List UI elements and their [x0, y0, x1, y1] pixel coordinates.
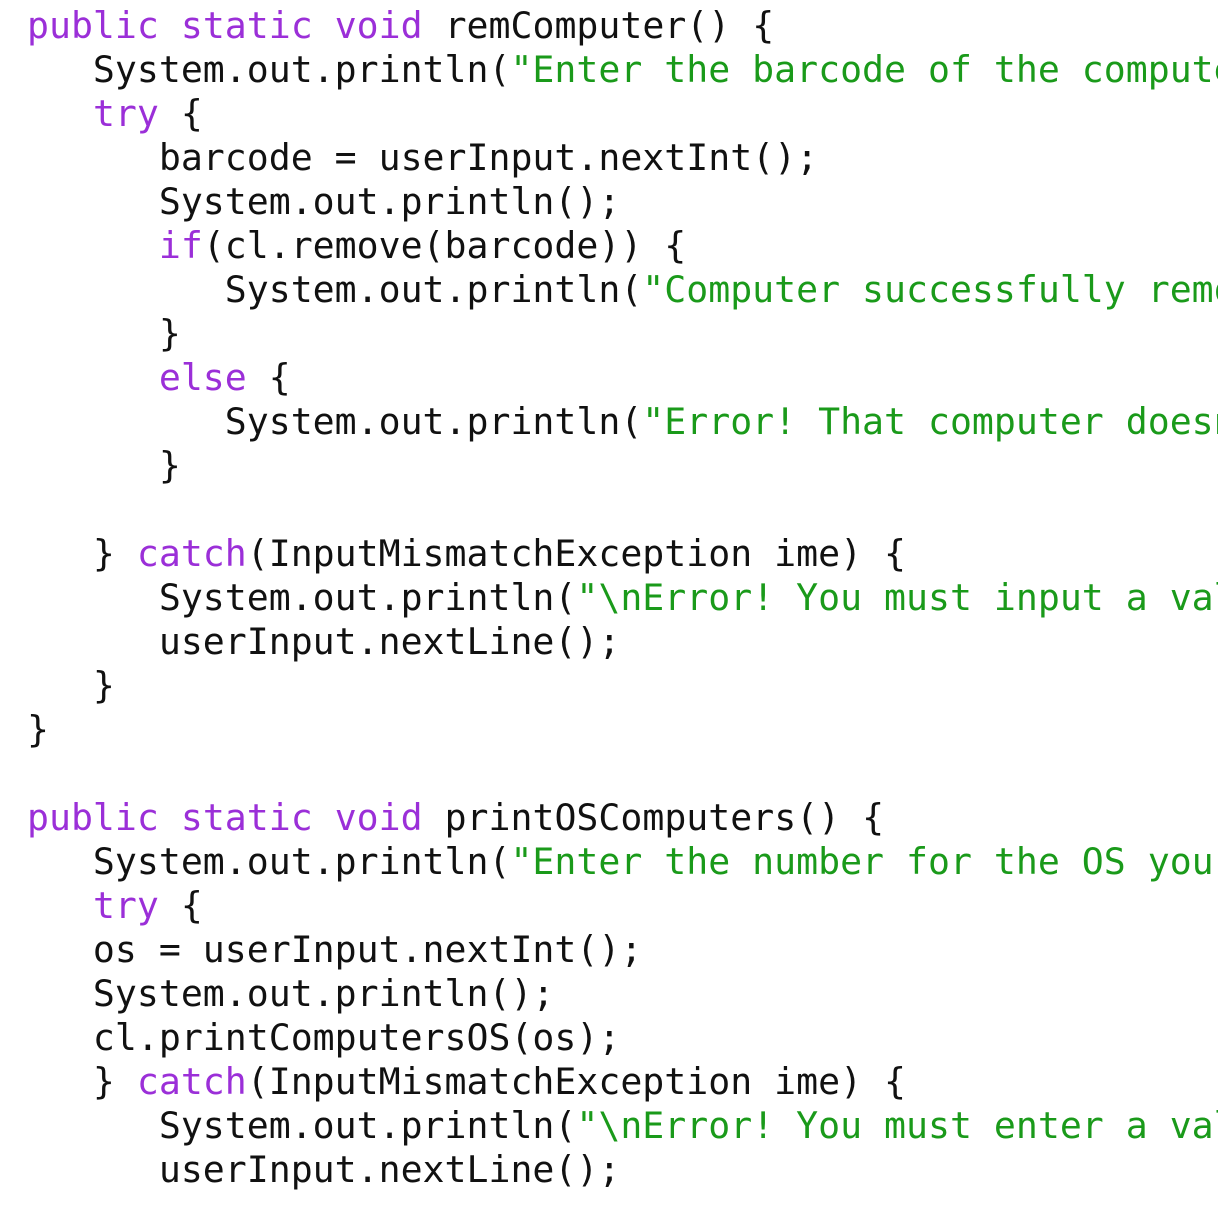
code-line[interactable]: try { — [27, 92, 1218, 136]
code-token-plain: System.out.println(); — [27, 972, 555, 1015]
code-token-plain: remComputer() { — [422, 4, 775, 47]
code-line[interactable] — [27, 488, 1218, 532]
code-token-plain: System.out.println( — [27, 840, 511, 883]
code-token-string: "\nError! You must enter a val — [576, 1104, 1218, 1147]
code-token-plain: userInput.nextLine(); — [27, 1148, 621, 1191]
code-line[interactable]: } — [27, 708, 1218, 752]
code-line[interactable]: public static void printOSComputers() { — [27, 796, 1218, 840]
code-line[interactable]: barcode = userInput.nextInt(); — [27, 136, 1218, 180]
code-line[interactable]: System.out.println("Error! That computer… — [27, 400, 1218, 444]
code-token-string: "Error! That computer doesn — [642, 400, 1218, 443]
code-line[interactable]: else { — [27, 356, 1218, 400]
code-line[interactable]: userInput.nextLine(); — [27, 620, 1218, 664]
code-line[interactable]: System.out.println("\nError! You must en… — [27, 1104, 1218, 1148]
code-token-keyword: public — [27, 4, 159, 47]
code-line[interactable]: os = userInput.nextInt(); — [27, 928, 1218, 972]
code-token-plain: System.out.println( — [27, 268, 643, 311]
code-line[interactable]: System.out.println("\nError! You must in… — [27, 576, 1218, 620]
code-line[interactable]: } catch(InputMismatchException ime) { — [27, 1060, 1218, 1104]
code-token-plain: { — [158, 884, 203, 927]
code-token-plain: { — [246, 356, 291, 399]
code-token-plain: System.out.println(); — [27, 180, 621, 223]
code-token-plain: System.out.println( — [27, 400, 643, 443]
code-token-plain: } — [27, 1060, 137, 1103]
code-line[interactable]: cl.printComputersOS(os); — [27, 1016, 1218, 1060]
code-token-keyword: try — [92, 92, 159, 135]
code-token-plain: userInput.nextLine(); — [27, 620, 621, 663]
code-token-plain: os = userInput.nextInt(); — [27, 928, 643, 971]
code-token-plain: } — [27, 444, 181, 487]
code-line[interactable]: System.out.println("Enter the number for… — [27, 840, 1218, 884]
code-token-keyword: else — [158, 356, 247, 399]
code-token-plain: } — [27, 708, 49, 751]
code-token-keyword: void — [334, 796, 423, 839]
code-token-plain: } — [27, 312, 181, 355]
code-token-plain: System.out.println( — [27, 48, 511, 91]
code-line[interactable]: try { — [27, 884, 1218, 928]
code-line[interactable]: } catch(InputMismatchException ime) { — [27, 532, 1218, 576]
code-token-plain: System.out.println( — [27, 576, 577, 619]
code-token-string: "Computer successfully remo — [642, 268, 1218, 311]
code-token-string: "\nError! You must input a val — [576, 576, 1218, 619]
code-token-keyword: try — [92, 884, 159, 927]
code-line[interactable]: System.out.println(); — [27, 972, 1218, 1016]
code-line[interactable]: } — [27, 444, 1218, 488]
code-token-plain: (InputMismatchException ime) { — [246, 1060, 906, 1103]
code-line[interactable]: System.out.println("Enter the barcode of… — [27, 48, 1218, 92]
code-token-plain: barcode = userInput.nextInt(); — [27, 136, 819, 179]
code-token-keyword: public — [27, 796, 159, 839]
code-line[interactable] — [27, 752, 1218, 796]
code-line[interactable]: if(cl.remove(barcode)) { — [27, 224, 1218, 268]
code-token-plain: printOSComputers() { — [422, 796, 885, 839]
code-token-keyword: static — [180, 796, 313, 839]
code-token-plain: cl.printComputersOS(os); — [27, 1016, 621, 1059]
code-line[interactable]: } — [27, 664, 1218, 708]
code-editor[interactable]: public static void remComputer() { Syste… — [27, 4, 1218, 1218]
code-token-plain: System.out.println( — [27, 1104, 577, 1147]
code-token-keyword: catch — [136, 1060, 247, 1103]
code-token-string: "Enter the barcode of the compute — [510, 48, 1218, 91]
code-line[interactable]: public static void remComputer() { — [27, 4, 1218, 48]
code-line[interactable]: } — [27, 312, 1218, 356]
code-token-string: "Enter the number for the OS you — [510, 840, 1214, 883]
code-token-plain: } — [27, 664, 115, 707]
code-line[interactable]: System.out.println("Computer successfull… — [27, 268, 1218, 312]
code-line[interactable]: System.out.println(); — [27, 180, 1218, 224]
code-token-keyword: catch — [136, 532, 247, 575]
code-token-keyword: static — [180, 4, 313, 47]
code-token-plain: } — [27, 532, 137, 575]
code-token-keyword: void — [334, 4, 423, 47]
code-token-plain: { — [158, 92, 203, 135]
code-token-plain: (cl.remove(barcode)) { — [202, 224, 687, 267]
code-token-plain: (InputMismatchException ime) { — [246, 532, 906, 575]
code-token-keyword: if — [158, 224, 203, 267]
code-line[interactable]: userInput.nextLine(); — [27, 1148, 1218, 1192]
